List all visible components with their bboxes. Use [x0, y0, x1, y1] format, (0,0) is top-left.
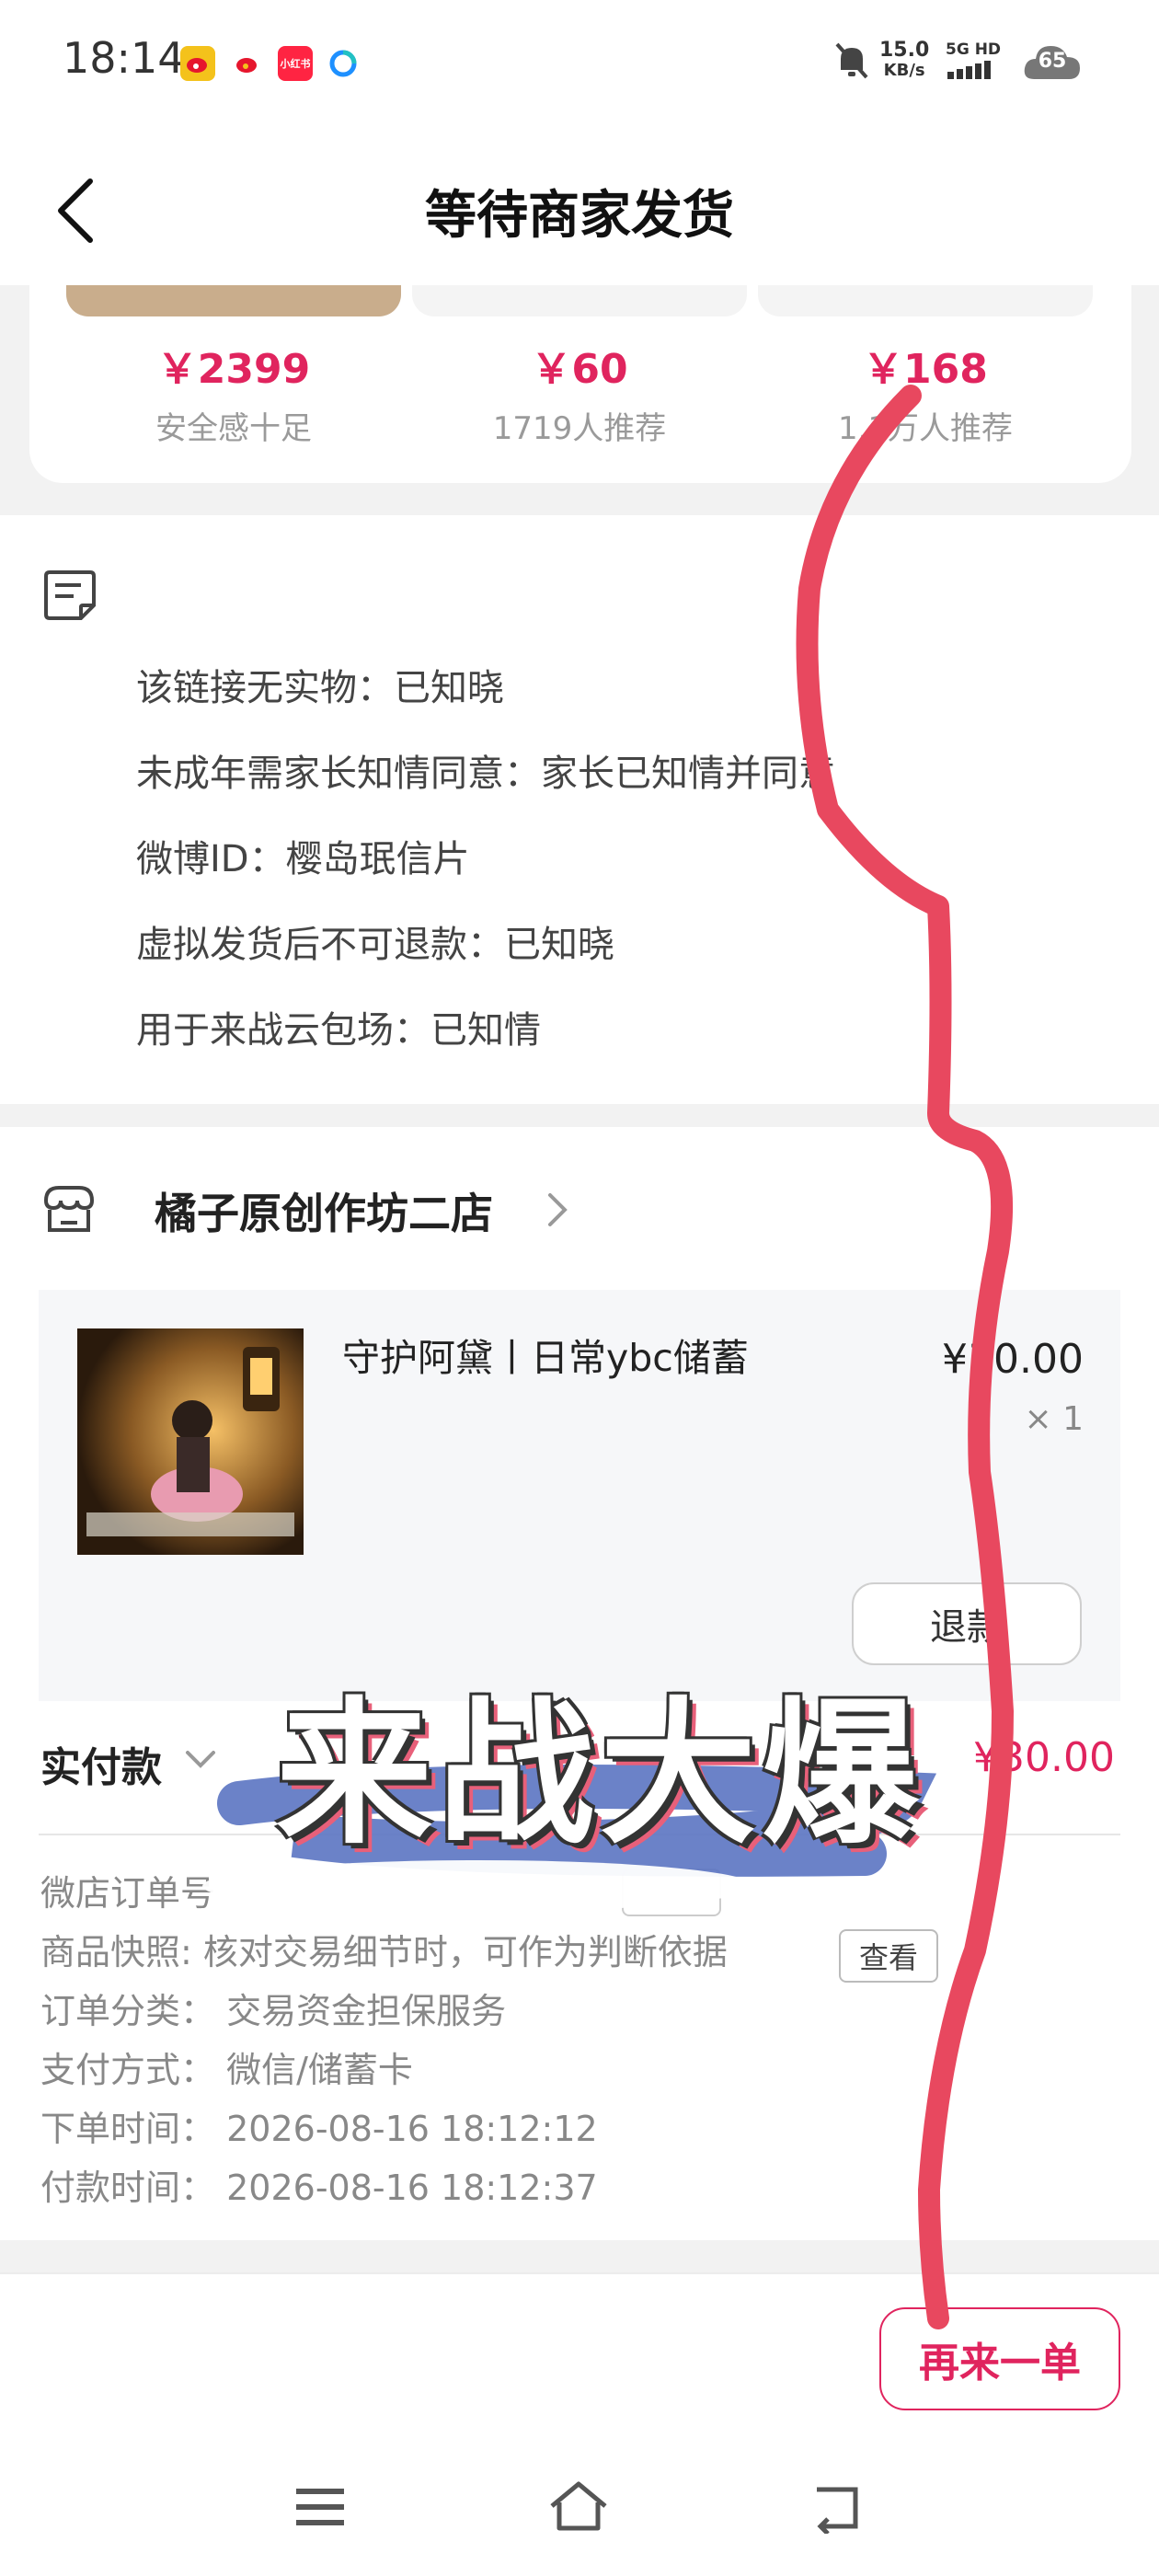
recommend-item[interactable]: ￥2399 安全感十足 — [68, 285, 399, 483]
payment-method-row: 支付方式： 微信/储蓄卡 — [40, 2041, 413, 2092]
info-label: 订单分类： — [40, 1991, 216, 2031]
note-line: 虚拟发货后不可退款：已知晓 — [136, 924, 614, 966]
net-speed-value: 15.0 — [879, 39, 930, 62]
bottom-action-bar: 再来一单 — [0, 2272, 1159, 2440]
recommend-subtitle: 1.1万人推荐 — [837, 410, 1014, 447]
pay-time-row: 付款时间： 2026-08-16 18:12:37 — [40, 2159, 598, 2210]
copy-button[interactable] — [622, 1869, 721, 1916]
info-label: 支付方式： — [40, 2050, 216, 2090]
back-nav-icon[interactable] — [809, 2482, 865, 2537]
info-label: 下单时间： — [40, 2109, 216, 2149]
browser-icon — [326, 46, 361, 81]
refund-button[interactable]: 退款 — [852, 1582, 1082, 1665]
view-snapshot-button[interactable]: 查看 — [839, 1929, 938, 1983]
recommend-item[interactable]: ￥168 1.1万人推荐 — [760, 285, 1091, 483]
note-line: 该链接无实物：已知晓 — [136, 667, 504, 709]
weibo-icon — [180, 46, 215, 81]
paid-label: 实付款 — [40, 1744, 162, 1791]
signal-label: 5G HD — [946, 40, 1002, 59]
store-link[interactable]: 橘子原创作坊二店 — [147, 1164, 589, 1256]
page-title: 等待商家发货 — [425, 186, 734, 246]
store-name: 橘子原创作坊二店 — [155, 1189, 493, 1238]
note-line: 用于来战云包场：已知情 — [136, 1009, 541, 1052]
recommend-subtitle: 安全感十足 — [155, 410, 312, 447]
recommend-price: ￥2399 — [156, 346, 311, 393]
info-label: 商品快照: — [40, 1932, 192, 1972]
info-value: 2026-08-16 18:12:37 — [226, 2168, 598, 2208]
recommend-subtitle: 1719人推荐 — [492, 410, 667, 447]
mute-icon — [833, 40, 870, 85]
note-line: 未成年需家长知情同意：家长已知情并同意 — [136, 753, 835, 795]
nav-bar: 等待商家发货 — [0, 124, 1159, 285]
reorder-button[interactable]: 再来一单 — [879, 2307, 1120, 2410]
buyer-note-card: 该链接无实物：已知晓 未成年需家长知情同意：家长已知情并同意 微博ID：樱岛珉信… — [0, 515, 1159, 1104]
note-icon — [40, 565, 99, 627]
note-line: 微博ID：樱岛珉信片 — [136, 838, 470, 880]
chevron-down-icon — [184, 1749, 217, 1775]
order-card: 橘子原创作坊二店 守护阿黛丨日常ybc储蓄 ¥30.00 × 1 退款 实付款 … — [0, 1127, 1159, 2240]
chevron-right-icon — [543, 1190, 570, 1234]
status-bar: 18:14 小红书 15.0 KB/s 5G HD 65 — [0, 0, 1159, 124]
recommend-card: ￥2399 安全感十足 ￥60 1719人推荐 ￥168 1.1万人推荐 — [29, 285, 1131, 483]
recommend-price: ￥60 — [531, 346, 628, 393]
info-value: 核对交易细节时，可作为判断依据 — [202, 1932, 728, 1972]
pay-detail-toggle[interactable]: 实付款 — [37, 1725, 239, 1799]
home-icon[interactable] — [546, 2478, 611, 2537]
recommend-item[interactable]: ￥60 1719人推荐 — [414, 285, 745, 483]
menu-icon[interactable] — [293, 2484, 348, 2534]
snapshot-row: 商品快照: 核对交易细节时，可作为判断依据 — [40, 1924, 728, 1974]
battery-icon: 65 — [1021, 37, 1084, 88]
net-speed-unit: KB/s — [883, 61, 925, 80]
paid-amount: ¥30.00 — [973, 1734, 1115, 1781]
net-speed: 15.0 KB/s — [879, 40, 929, 81]
weibo-icon — [230, 46, 265, 81]
store-icon — [40, 1182, 98, 1241]
item-thumbnail[interactable] — [77, 1328, 304, 1555]
category-row: 订单分类： 交易资金担保服务 — [40, 1983, 506, 2033]
signal-icon — [947, 61, 999, 83]
info-value: 交易资金担保服务 — [226, 1991, 507, 2031]
info-value: 2026-08-16 18:12:12 — [226, 2109, 598, 2149]
info-value: 微信/储蓄卡 — [226, 2050, 413, 2090]
item-quantity: × 1 — [1024, 1400, 1084, 1438]
system-nav-bar — [0, 2438, 1159, 2576]
order-item[interactable]: 守护阿黛丨日常ybc储蓄 ¥30.00 × 1 退款 — [39, 1290, 1120, 1701]
status-time: 18:14 — [63, 33, 185, 83]
xiaohongshu-icon: 小红书 — [278, 46, 313, 81]
info-label: 付款时间： — [40, 2168, 216, 2208]
divider — [39, 1834, 1120, 1835]
item-price: ¥30.00 — [942, 1336, 1084, 1383]
info-label: 微店订单号 — [40, 1873, 216, 1914]
recommend-price: ￥168 — [863, 346, 988, 393]
order-number-row: 微店订单号 — [40, 1865, 215, 1915]
battery-level: 65 — [1038, 50, 1067, 73]
item-title: 守护阿黛丨日常ybc储蓄 — [342, 1336, 749, 1380]
order-time-row: 下单时间： 2026-08-16 18:12:12 — [40, 2100, 598, 2151]
